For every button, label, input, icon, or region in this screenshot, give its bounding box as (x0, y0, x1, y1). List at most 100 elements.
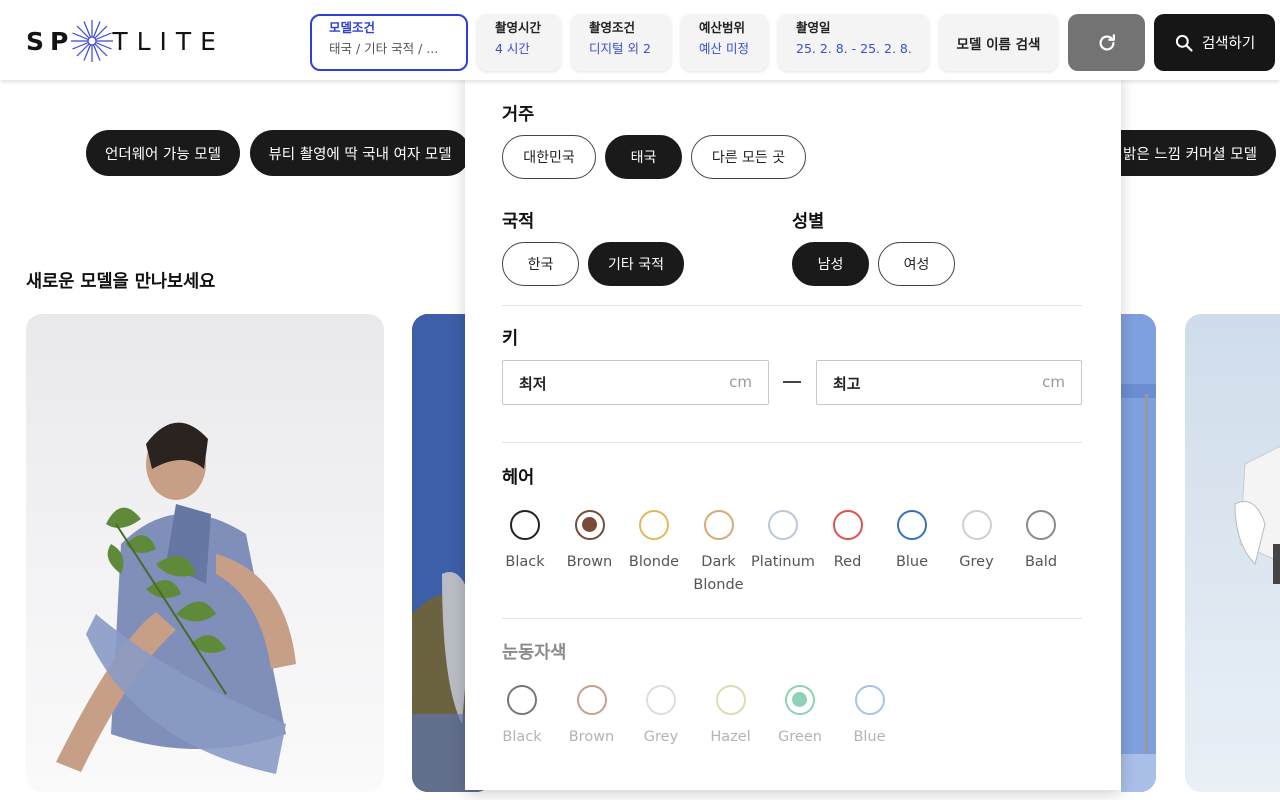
residence-option-elsewhere[interactable]: 다른 모든 곳 (691, 135, 806, 179)
hair-option-platinum[interactable]: Platinum (750, 510, 816, 574)
filter-title: 촬영시간 (495, 20, 542, 35)
refresh-icon (1099, 33, 1115, 51)
filter-title: 촬영일 (796, 20, 831, 35)
height-max-unit: cm (1042, 373, 1065, 391)
color-option-label: Grey (643, 729, 679, 745)
color-option-label: Brown (568, 729, 615, 745)
color-ring-icon (961, 510, 992, 540)
color-option-label: Blue (853, 729, 886, 745)
color-ring-icon (832, 510, 863, 540)
color-option-label: Dark Blonde (693, 554, 744, 593)
color-option-label: Red (833, 554, 862, 570)
eye-color-label: 눈동자색 (502, 643, 567, 663)
filter-title: 예산범위 (699, 20, 746, 35)
height-label: 키 (502, 329, 519, 349)
color-option-label: Blue (895, 554, 929, 570)
height-max-input[interactable]: 최고 cm (816, 360, 1082, 405)
eye-option-black[interactable]: Black (489, 685, 555, 749)
filter-shoot-conditions[interactable]: 촬영조건 디지털 외 2 (571, 14, 671, 71)
selected-dot-icon (581, 517, 597, 532)
hair-option-black[interactable]: Black (492, 510, 558, 574)
eye-option-hazel[interactable]: Hazel (698, 685, 764, 749)
model-conditions-dropdown: 거주 대한민국 태국 다른 모든 곳 국적 한국 기타 국적 성별 남성 여성 … (465, 72, 1121, 790)
filter-value: 디지털 외 2 (589, 41, 651, 56)
selected-dot-icon (792, 692, 807, 707)
filter-value: 태국 / 기타 국적 / ... (329, 41, 439, 56)
color-ring-icon (854, 685, 885, 715)
gender-option-male[interactable]: 남성 (792, 242, 869, 286)
residence-label: 거주 (502, 105, 535, 125)
filter-shoot-time[interactable]: 촬영시간 4 시간 (477, 14, 561, 71)
logo-text-right: TLITE (112, 26, 225, 56)
model-card[interactable] (26, 314, 384, 792)
filter-shoot-date[interactable]: 촬영일 25. 2. 8. - 25. 2. 8. (778, 14, 929, 71)
color-option-label: Grey (959, 554, 994, 570)
color-ring-icon (703, 510, 734, 540)
model-photo (56, 422, 296, 774)
residence-option-thailand[interactable]: 태국 (605, 135, 682, 179)
hair-option-blue[interactable]: Blue (879, 510, 945, 574)
hair-option-blonde[interactable]: Blonde (621, 510, 687, 574)
color-ring-icon (715, 685, 746, 715)
color-ring-icon (576, 685, 607, 715)
filter-budget[interactable]: 예산범위 예산 미정 (681, 14, 768, 71)
color-option-label: Black (502, 729, 542, 745)
color-option-label: Blonde (628, 554, 680, 570)
section-title: 새로운 모델을 만나보세요 (26, 272, 216, 292)
eye-option-green[interactable]: Green (767, 685, 833, 749)
color-option-label: Bald (1024, 554, 1058, 570)
hair-option-bald[interactable]: Bald (1008, 510, 1074, 574)
chip-commercial-models[interactable]: 밝은 느낌 커머셜 모델 (1108, 130, 1276, 176)
chip-beauty-female-models[interactable]: 뷰티 촬영에 딱 국내 여자 모델 (250, 130, 470, 176)
search-icon (1175, 34, 1193, 52)
color-ring-icon (1026, 510, 1056, 540)
height-max-placeholder: 최고 (833, 375, 861, 393)
height-min-placeholder: 최저 (519, 375, 547, 393)
chip-underwear-models[interactable]: 언더웨어 가능 모델 (86, 130, 240, 176)
filter-value: 4 시간 (495, 41, 530, 56)
color-option-label: Black (505, 554, 545, 570)
color-ring-icon (646, 685, 676, 715)
color-ring-icon (785, 685, 815, 715)
divider (502, 618, 1082, 619)
eye-option-grey[interactable]: Grey (628, 685, 694, 749)
filter-value: 예산 미정 (699, 41, 749, 56)
color-option-label: Green (778, 729, 822, 745)
height-min-unit: cm (729, 373, 752, 391)
hair-option-grey[interactable]: Grey (944, 510, 1010, 574)
hair-option-brown[interactable]: Brown (557, 510, 623, 574)
model-photo (1121, 314, 1156, 792)
divider (502, 305, 1082, 306)
color-ring-icon (897, 510, 927, 540)
height-min-input[interactable]: 최저 cm (502, 360, 769, 405)
model-card[interactable] (1121, 314, 1156, 792)
hair-option-red[interactable]: Red (815, 510, 881, 574)
color-ring-icon (510, 510, 540, 540)
filter-model-conditions[interactable]: 모델조건 태국 / 기타 국적 / ... (310, 14, 468, 71)
hair-option-dark-blonde[interactable]: Dark Blonde (686, 510, 752, 597)
search-button[interactable]: 검색하기 (1154, 14, 1275, 71)
hair-label: 헤어 (502, 468, 535, 488)
model-card[interactable] (1185, 314, 1280, 792)
divider (502, 442, 1082, 443)
nationality-option-other[interactable]: 기타 국적 (588, 242, 684, 286)
search-button-label: 검색하기 (1201, 36, 1256, 52)
color-ring-icon (639, 510, 669, 540)
residence-option-korea[interactable]: 대한민국 (502, 135, 596, 179)
range-dash (783, 381, 801, 383)
gender-label: 성별 (792, 212, 825, 232)
spotlite-logo[interactable]: SP TLITE (26, 18, 225, 64)
color-option-label: Brown (566, 554, 613, 570)
model-name-search-button[interactable]: 모델 이름 검색 (939, 14, 1058, 71)
model-photo (1234, 445, 1280, 584)
color-ring-icon (768, 510, 798, 540)
refresh-button[interactable] (1068, 14, 1145, 71)
gender-option-female[interactable]: 여성 (878, 242, 955, 286)
eye-option-brown[interactable]: Brown (559, 685, 625, 749)
sunburst-logo-icon (71, 20, 114, 62)
nationality-option-korean[interactable]: 한국 (502, 242, 579, 286)
eye-option-blue[interactable]: Blue (837, 685, 903, 749)
color-ring-icon (574, 510, 605, 540)
color-ring-icon (507, 685, 537, 715)
color-option-label: Platinum (751, 554, 815, 570)
